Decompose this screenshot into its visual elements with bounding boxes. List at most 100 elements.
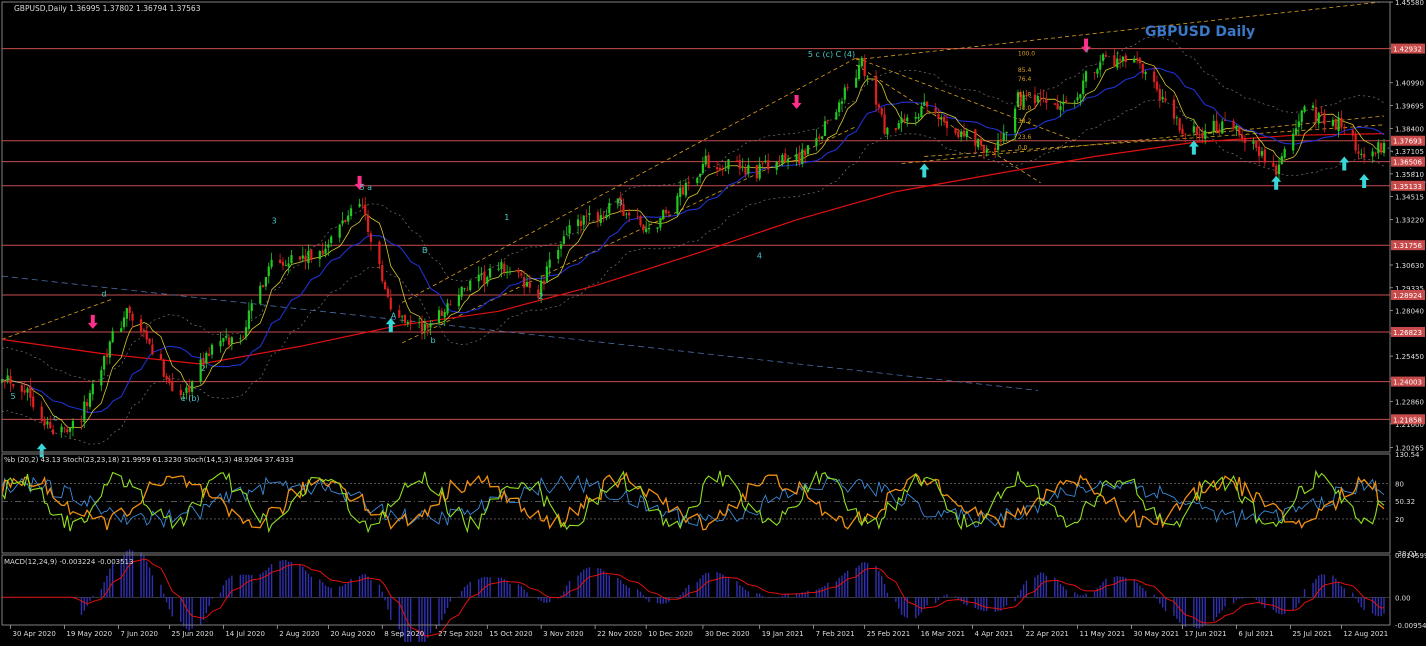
candle-body[interactable] — [662, 210, 664, 219]
candle-body[interactable] — [1315, 107, 1317, 122]
macd-histogram-bar[interactable] — [501, 578, 502, 598]
candle-body[interactable] — [1340, 118, 1342, 127]
candle-body[interactable] — [1215, 121, 1217, 131]
macd-histogram-bar[interactable] — [1117, 576, 1118, 597]
candle-body[interactable] — [341, 221, 343, 224]
candle-body[interactable] — [265, 277, 267, 286]
macd-histogram-bar[interactable] — [648, 597, 649, 602]
macd-histogram-bar[interactable] — [986, 597, 987, 611]
candle-body[interactable] — [795, 154, 797, 160]
candle-body[interactable] — [1372, 152, 1374, 157]
macd-histogram-bar[interactable] — [1281, 597, 1282, 614]
candle-body[interactable] — [1224, 120, 1226, 121]
candle-body[interactable] — [1162, 97, 1164, 100]
macd-histogram-bar[interactable] — [245, 575, 246, 597]
candle-body[interactable] — [736, 161, 738, 162]
macd-histogram-bar[interactable] — [697, 582, 698, 597]
candle-body[interactable] — [1380, 143, 1382, 152]
candle-body[interactable] — [608, 203, 610, 213]
macd-histogram-bar[interactable] — [924, 597, 925, 608]
macd-histogram-bar[interactable] — [1046, 576, 1047, 598]
candle-body[interactable] — [168, 378, 170, 383]
macd-histogram-bar[interactable] — [319, 579, 320, 597]
macd-histogram-bar[interactable] — [728, 578, 729, 597]
macd-histogram-bar[interactable] — [657, 597, 658, 603]
candle-body[interactable] — [861, 58, 863, 66]
macd-histogram-bar[interactable] — [211, 597, 212, 598]
macd-histogram-bar[interactable] — [938, 597, 939, 600]
macd-histogram-bar[interactable] — [816, 590, 817, 597]
macd-histogram-bar[interactable] — [489, 577, 490, 597]
macd-histogram-bar[interactable] — [995, 597, 996, 611]
candle-body[interactable] — [699, 174, 701, 177]
macd-histogram-bar[interactable] — [586, 568, 587, 597]
candle-body[interactable] — [1244, 138, 1246, 143]
macd-histogram-bar[interactable] — [1213, 597, 1214, 621]
macd-histogram-bar[interactable] — [1193, 597, 1194, 627]
candle-body[interactable] — [1198, 134, 1200, 135]
candle-body[interactable] — [742, 167, 744, 168]
macd-histogram-bar[interactable] — [521, 586, 522, 597]
macd-histogram-bar[interactable] — [370, 580, 371, 597]
macd-histogram-bar[interactable] — [926, 597, 927, 605]
macd-histogram-bar[interactable] — [1159, 597, 1160, 603]
candle-body[interactable] — [722, 169, 724, 170]
macd-histogram-bar[interactable] — [1020, 590, 1021, 597]
macd-histogram-bar[interactable] — [935, 597, 936, 603]
candle-body[interactable] — [1292, 134, 1294, 151]
candle-body[interactable] — [26, 388, 28, 392]
macd-histogram-bar[interactable] — [645, 597, 646, 599]
candle-body[interactable] — [466, 290, 468, 291]
candle-body[interactable] — [146, 331, 148, 340]
macd-histogram-bar[interactable] — [895, 597, 896, 602]
macd-histogram-bar[interactable] — [1338, 582, 1339, 597]
candle-body[interactable] — [886, 128, 888, 135]
macd-histogram-bar[interactable] — [203, 597, 204, 620]
candle-body[interactable] — [974, 129, 976, 145]
candle-body[interactable] — [977, 139, 979, 148]
macd-histogram-bar[interactable] — [166, 597, 167, 602]
macd-histogram-bar[interactable] — [960, 597, 961, 601]
macd-histogram-bar[interactable] — [540, 597, 541, 601]
candle-body[interactable] — [259, 286, 261, 304]
candle-body[interactable] — [637, 216, 639, 217]
candle-body[interactable] — [330, 237, 332, 243]
candle-body[interactable] — [915, 117, 917, 119]
candle-body[interactable] — [702, 164, 704, 173]
macd-histogram-bar[interactable] — [81, 597, 82, 615]
candle-body[interactable] — [878, 104, 880, 107]
macd-histogram-bar[interactable] — [980, 597, 981, 610]
candle-body[interactable] — [1281, 156, 1283, 164]
macd-histogram-bar[interactable] — [1156, 597, 1157, 599]
macd-histogram-bar[interactable] — [543, 597, 544, 602]
macd-histogram-bar[interactable] — [390, 597, 391, 620]
candle-body[interactable] — [21, 385, 23, 392]
macd-histogram-bar[interactable] — [328, 587, 329, 598]
macd-histogram-bar[interactable] — [1216, 597, 1217, 617]
candle-body[interactable] — [483, 272, 485, 285]
macd-histogram-bar[interactable] — [1145, 591, 1146, 597]
candle-body[interactable] — [818, 137, 820, 139]
macd-histogram-bar[interactable] — [1222, 597, 1223, 610]
macd-histogram-bar[interactable] — [101, 589, 102, 597]
candle-body[interactable] — [100, 370, 102, 385]
candle-body[interactable] — [566, 234, 568, 235]
macd-histogram-bar[interactable] — [172, 597, 173, 616]
candle-body[interactable] — [639, 216, 641, 225]
candle-body[interactable] — [143, 330, 145, 331]
macd-histogram-bar[interactable] — [427, 597, 428, 638]
candle-body[interactable] — [520, 274, 522, 276]
macd-histogram-bar[interactable] — [1142, 588, 1143, 597]
macd-histogram-bar[interactable] — [1014, 597, 1015, 601]
candle-body[interactable] — [1145, 72, 1147, 74]
macd-histogram-bar[interactable] — [756, 593, 757, 597]
macd-histogram-bar[interactable] — [597, 568, 598, 597]
candle-body[interactable] — [719, 168, 721, 171]
macd-histogram-bar[interactable] — [1105, 579, 1106, 598]
candle-body[interactable] — [668, 212, 670, 213]
macd-histogram-bar[interactable] — [1077, 594, 1078, 597]
macd-histogram-bar[interactable] — [367, 577, 368, 598]
macd-histogram-bar[interactable] — [1094, 591, 1095, 597]
macd-histogram-bar[interactable] — [1199, 597, 1200, 628]
candle-body[interactable] — [438, 310, 440, 322]
